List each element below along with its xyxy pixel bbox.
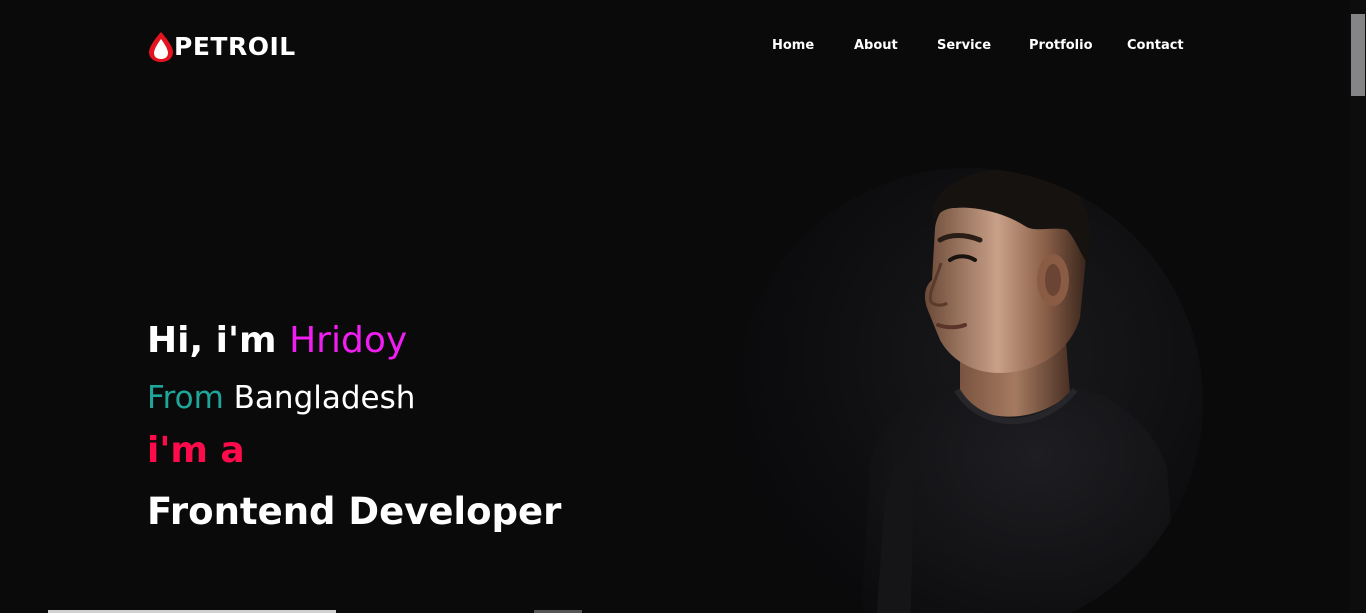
origin-from: From [147, 380, 224, 416]
portrait-illustration [861, 168, 1179, 613]
vertical-scrollbar[interactable] [1349, 0, 1366, 613]
logo-text: PETROIL [174, 32, 296, 61]
brand-logo[interactable]: PETROIL [146, 31, 296, 63]
hero-name: Hridoy [289, 320, 408, 361]
hero-im-a: i'm a [147, 430, 245, 471]
greeting-prefix: Hi, i'm [147, 320, 290, 361]
hero-role: Frontend Developer [147, 490, 562, 533]
nav-contact[interactable]: Contact [1127, 37, 1184, 55]
nav-portfolio[interactable]: Protfolio [1029, 37, 1093, 55]
scrollbar-thumb[interactable] [1351, 14, 1365, 96]
drop-icon [149, 32, 173, 62]
hero-greeting: Hi, i'm Hridoy [147, 318, 407, 364]
nav-home[interactable]: Home [772, 37, 814, 55]
profile-photo [735, 168, 1203, 613]
hero-origin: From Bangladesh [147, 378, 415, 418]
page: PETROIL Home About Service Protfolio Con… [0, 0, 1366, 613]
nav-about[interactable]: About [854, 37, 898, 55]
origin-country: Bangladesh [223, 380, 416, 416]
nav-service[interactable]: Service [937, 37, 991, 55]
